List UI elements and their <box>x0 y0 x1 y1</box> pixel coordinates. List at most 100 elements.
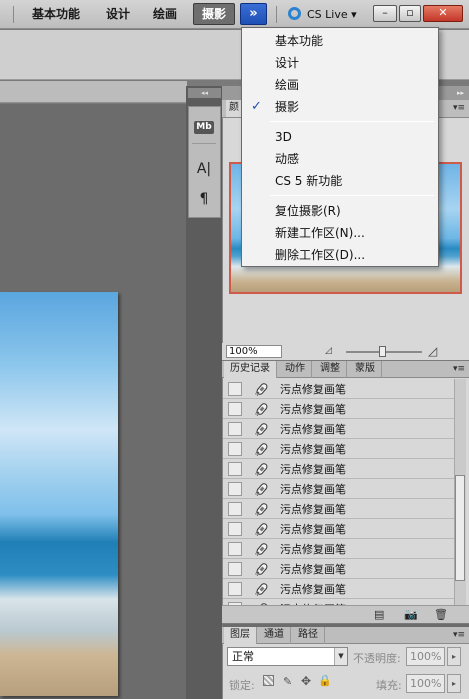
more-workspaces-button[interactable]: » <box>240 3 267 25</box>
tab-history[interactable]: 历史记录 <box>224 361 277 378</box>
tab-channels[interactable]: 通道 <box>258 627 291 644</box>
opacity-label: 不透明度: <box>353 652 401 665</box>
menu-item-photography[interactable]: ✓ 摄影 <box>242 96 438 118</box>
fill-label: 填充: <box>376 679 402 692</box>
menu-item-label: CS 5 新功能 <box>275 174 343 188</box>
tab-adjustments[interactable]: 调整 <box>314 361 347 378</box>
panel-menu-icon[interactable]: ▾≡ <box>453 629 465 641</box>
panel-menu-icon[interactable]: ▾≡ <box>453 102 465 114</box>
opacity-input[interactable]: 100% <box>406 647 445 666</box>
snapshot-source-checkbox[interactable] <box>228 582 242 596</box>
lock-transparent-icon[interactable] <box>263 675 274 686</box>
menu-item-new-workspace[interactable]: 新建工作区(N)... <box>242 222 438 244</box>
history-state-row[interactable]: 污点修复画笔 <box>223 479 454 499</box>
panel-menu-icon[interactable]: ▾≡ <box>453 363 465 375</box>
history-state-row[interactable]: 污点修复画笔 <box>223 579 454 599</box>
history-state-label: 污点修复画笔 <box>280 543 346 556</box>
snapshot-source-checkbox[interactable] <box>228 502 242 516</box>
snapshot-source-checkbox[interactable] <box>228 482 242 496</box>
menu-separator <box>270 195 434 196</box>
menu-item-3d[interactable]: 3D <box>242 126 438 148</box>
tab-color[interactable]: 颜 <box>226 100 242 117</box>
history-state-row[interactable]: 污点修复画笔 <box>223 559 454 579</box>
snapshot-source-checkbox[interactable] <box>228 422 242 436</box>
paragraph-icon[interactable]: ¶ <box>192 187 216 211</box>
collapse-icon[interactable]: ▸▸ <box>457 86 464 100</box>
snapshot-source-checkbox[interactable] <box>228 382 242 396</box>
menu-item-design[interactable]: 设计 <box>242 52 438 74</box>
snapshot-source-checkbox[interactable] <box>228 462 242 476</box>
history-state-row[interactable]: 污点修复画笔 <box>223 399 454 419</box>
workspace-painting[interactable]: 绘画 <box>153 5 177 24</box>
history-tabs: 历史记录 动作 调整 蒙版 ▾≡ <box>222 361 469 378</box>
collapse-icon[interactable]: ◂◂ <box>188 88 221 98</box>
history-state-label: 污点修复画笔 <box>280 563 346 576</box>
blend-mode-value: 正常 <box>232 650 254 663</box>
history-state-label: 污点修复画笔 <box>280 583 346 596</box>
menu-item-new-in-cs5[interactable]: CS 5 新功能 <box>242 170 438 192</box>
zoom-out-icon[interactable]: ◿ <box>325 346 332 356</box>
snapshot-source-checkbox[interactable] <box>228 402 242 416</box>
dock-header[interactable]: ◂◂ <box>188 88 221 98</box>
snapshot-source-checkbox[interactable] <box>228 522 242 536</box>
history-footer: ▤ 📷 🗑 <box>222 605 469 623</box>
lock-brush-icon[interactable]: ✎ <box>283 675 292 688</box>
fill-input[interactable]: 100% <box>406 674 445 693</box>
lock-move-icon[interactable]: ✥ <box>301 674 311 688</box>
opacity-arrow-icon[interactable]: ▸ <box>447 647 461 666</box>
cs-live-button[interactable]: CS Live ▾ <box>288 6 357 23</box>
tab-layers[interactable]: 图层 <box>224 627 257 644</box>
spot-healing-brush-icon <box>255 583 268 596</box>
menu-item-label: 动感 <box>275 152 300 166</box>
restore-button[interactable]: ▫ <box>399 5 421 22</box>
beach-photo[interactable] <box>0 292 118 696</box>
menu-item-label: 删除工作区(D)... <box>275 248 366 262</box>
history-state-row[interactable]: 污点修复画笔 <box>223 499 454 519</box>
history-list: 污点修复画笔 污点修复画笔 污点修复画笔 污点修复画笔 污点修复画笔 污点修复画笔 污点修复… <box>223 379 454 605</box>
blend-mode-select[interactable]: 正常 ▼ <box>227 647 348 666</box>
new-document-from-state-icon[interactable]: ▤ <box>374 608 384 621</box>
menu-item-essentials[interactable]: 基本功能 <box>242 30 438 52</box>
layers-tabs: 图层 通道 路径 ▾≡ <box>222 627 469 644</box>
document-tab-strip <box>0 81 187 103</box>
mini-bridge-icon[interactable]: Mb <box>192 115 216 139</box>
history-state-row[interactable]: 污点修复画笔 <box>223 539 454 559</box>
character-icon[interactable]: A| <box>192 157 216 181</box>
spot-healing-brush-icon <box>255 383 268 396</box>
history-state-row[interactable]: 污点修复画笔 <box>223 379 454 399</box>
history-state-row[interactable]: 污点修复画笔 <box>223 419 454 439</box>
application-bar: 基本功能 设计 绘画 摄影 » CS Live ▾ – ▫ ✕ <box>0 0 469 29</box>
history-state-label: 污点修复画笔 <box>280 403 346 416</box>
history-state-row[interactable]: 污点修复画笔 <box>223 459 454 479</box>
menu-item-label: 复位摄影(R) <box>275 204 341 218</box>
zoom-in-icon[interactable]: ◿ <box>428 344 437 358</box>
spot-healing-brush-icon <box>255 483 268 496</box>
history-state-row[interactable]: 污点修复画笔 <box>223 439 454 459</box>
snapshot-source-checkbox[interactable] <box>228 562 242 576</box>
workspace-design[interactable]: 设计 <box>106 5 130 24</box>
tab-masks[interactable]: 蒙版 <box>349 361 382 378</box>
menu-item-label: 3D <box>275 130 292 144</box>
history-scroll-thumb[interactable] <box>455 475 465 581</box>
workspace-essentials[interactable]: 基本功能 <box>32 5 80 24</box>
zoom-input[interactable]: 100% <box>226 345 282 358</box>
menu-item-reset-photography[interactable]: 复位摄影(R) <box>242 200 438 222</box>
delete-state-icon[interactable]: 🗑 <box>434 608 448 621</box>
workspace-photography[interactable]: 摄影 <box>193 3 235 25</box>
zoom-slider-handle[interactable] <box>379 346 386 357</box>
menu-item-delete-workspace[interactable]: 删除工作区(D)... <box>242 244 438 266</box>
tab-actions[interactable]: 动作 <box>279 361 312 378</box>
close-button[interactable]: ✕ <box>423 5 463 22</box>
new-snapshot-icon[interactable]: 📷 <box>404 608 418 621</box>
snapshot-source-checkbox[interactable] <box>228 442 242 456</box>
tab-paths[interactable]: 路径 <box>292 627 325 644</box>
fill-arrow-icon[interactable]: ▸ <box>447 674 461 693</box>
menu-item-motion[interactable]: 动感 <box>242 148 438 170</box>
lock-all-icon[interactable]: 🔒 <box>318 674 332 687</box>
history-state-row[interactable]: 污点修复画笔 <box>223 519 454 539</box>
separator <box>276 6 277 23</box>
snapshot-source-checkbox[interactable] <box>228 542 242 556</box>
menu-item-painting[interactable]: 绘画 <box>242 74 438 96</box>
cs-live-label: CS Live ▾ <box>307 8 357 21</box>
minimize-button[interactable]: – <box>373 5 397 22</box>
